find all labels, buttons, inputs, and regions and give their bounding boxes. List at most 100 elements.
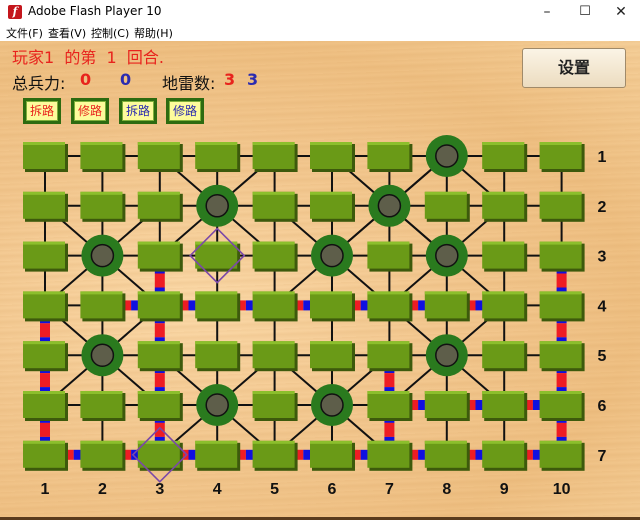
- station-highlight: [137, 191, 180, 195]
- station-tile[interactable]: [310, 142, 352, 169]
- station-tile[interactable]: [252, 391, 295, 418]
- station-tile[interactable]: [252, 440, 295, 468]
- station-tile[interactable]: [310, 440, 352, 468]
- station-tile[interactable]: [310, 291, 352, 319]
- row-label: 7: [598, 448, 607, 465]
- station-tile[interactable]: [482, 440, 525, 468]
- camp-center[interactable]: [377, 194, 402, 218]
- camp-center[interactable]: [90, 243, 115, 268]
- station-tile[interactable]: [424, 440, 467, 468]
- station-tile[interactable]: [482, 142, 525, 169]
- station-tile[interactable]: [252, 291, 295, 319]
- station-tile[interactable]: [23, 142, 65, 169]
- station-tile[interactable]: [137, 241, 180, 269]
- camp-center[interactable]: [435, 144, 459, 168]
- station-tile[interactable]: [23, 440, 65, 468]
- station-tile[interactable]: [252, 142, 295, 169]
- station-tile[interactable]: [424, 291, 467, 319]
- column-label: 9: [500, 481, 509, 498]
- station-tile[interactable]: [424, 191, 467, 219]
- station-tile[interactable]: [367, 391, 410, 418]
- station-tile[interactable]: [80, 391, 123, 418]
- station-highlight: [539, 191, 582, 195]
- station-highlight: [23, 142, 65, 145]
- station-highlight: [137, 291, 180, 295]
- station-tile[interactable]: [23, 291, 65, 319]
- station-tile[interactable]: [195, 440, 238, 468]
- station-tile[interactable]: [252, 191, 295, 219]
- camp-center[interactable]: [320, 393, 344, 417]
- station-tile[interactable]: [539, 191, 582, 219]
- column-label: 2: [98, 481, 107, 498]
- station-tile[interactable]: [482, 241, 525, 269]
- station-highlight: [23, 391, 65, 394]
- station-tile[interactable]: [195, 142, 238, 169]
- station-tile[interactable]: [539, 440, 582, 468]
- station-tile[interactable]: [367, 241, 410, 269]
- station-tile[interactable]: [80, 191, 123, 219]
- station-tile[interactable]: [23, 341, 65, 369]
- station-tile[interactable]: [23, 391, 65, 418]
- rail-segment-red: [384, 373, 395, 388]
- station-highlight: [310, 440, 352, 444]
- camp-center[interactable]: [435, 243, 459, 268]
- station-tile[interactable]: [137, 391, 180, 418]
- station-tile[interactable]: [367, 440, 410, 468]
- station-tile[interactable]: [310, 191, 352, 219]
- station-highlight: [23, 291, 65, 295]
- station-highlight: [23, 440, 65, 444]
- camp-center[interactable]: [435, 343, 459, 367]
- station-tile[interactable]: [539, 291, 582, 319]
- column-label: 8: [442, 481, 451, 498]
- station-tile[interactable]: [482, 391, 525, 418]
- station-highlight: [252, 191, 295, 195]
- station-tile[interactable]: [482, 341, 525, 369]
- column-label: 7: [385, 481, 394, 498]
- station-highlight: [137, 341, 180, 345]
- station-tile[interactable]: [252, 241, 295, 269]
- station-tile[interactable]: [137, 341, 180, 369]
- station-tile[interactable]: [482, 191, 525, 219]
- station-tile[interactable]: [137, 191, 180, 219]
- station-tile[interactable]: [367, 341, 410, 369]
- rail-segment-red: [154, 323, 165, 338]
- station-tile[interactable]: [137, 291, 180, 319]
- station-tile[interactable]: [424, 391, 467, 418]
- station-tile[interactable]: [137, 440, 180, 468]
- station-highlight: [367, 341, 410, 345]
- station-tile[interactable]: [23, 241, 65, 269]
- station-highlight: [137, 142, 180, 145]
- station-highlight: [367, 391, 410, 394]
- station-tile[interactable]: [252, 341, 295, 369]
- station-tile[interactable]: [80, 142, 123, 169]
- station-tile[interactable]: [539, 341, 582, 369]
- station-highlight: [80, 142, 123, 145]
- station-highlight: [195, 341, 238, 345]
- column-label: 1: [41, 481, 50, 498]
- station-tile[interactable]: [195, 241, 238, 269]
- station-tile[interactable]: [539, 391, 582, 418]
- station-tile[interactable]: [539, 142, 582, 169]
- station-highlight: [310, 291, 352, 295]
- station-highlight: [482, 391, 525, 394]
- camp-center[interactable]: [205, 393, 229, 417]
- station-tile[interactable]: [195, 341, 238, 369]
- station-tile[interactable]: [80, 440, 123, 468]
- station-tile[interactable]: [310, 341, 352, 369]
- station-tile[interactable]: [23, 191, 65, 219]
- station-tile[interactable]: [482, 291, 525, 319]
- station-highlight: [424, 191, 467, 195]
- station-tile[interactable]: [367, 142, 410, 169]
- camp-center[interactable]: [205, 194, 229, 218]
- station-highlight: [367, 440, 410, 444]
- camp-center[interactable]: [320, 243, 344, 268]
- rail-segment-red: [154, 373, 165, 388]
- rail-segment-red: [556, 422, 567, 437]
- station-tile[interactable]: [80, 291, 123, 319]
- station-tile[interactable]: [137, 142, 180, 169]
- camp-center[interactable]: [90, 343, 115, 367]
- station-tile[interactable]: [539, 241, 582, 269]
- station-tile[interactable]: [195, 291, 238, 319]
- station-tile[interactable]: [367, 291, 410, 319]
- station-highlight: [23, 191, 65, 195]
